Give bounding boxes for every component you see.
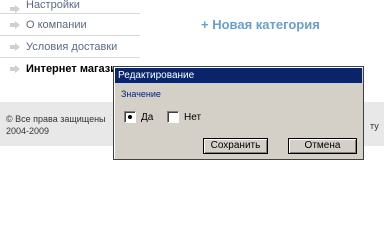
- menu-item-label: Настройки: [26, 0, 80, 11]
- cancel-button[interactable]: Отмена: [288, 138, 357, 154]
- edit-dialog: Редактирование Значение Да Нет Сохранить…: [113, 66, 364, 160]
- radio-selected-dot: [128, 115, 132, 119]
- arrow-right-icon: [10, 42, 20, 51]
- radio-no-label: Нет: [184, 111, 202, 123]
- menu-item-delivery[interactable]: Условия доставки: [0, 36, 140, 58]
- save-button[interactable]: Сохранить: [203, 138, 268, 154]
- arrow-right-icon: [10, 5, 20, 13]
- menu-item-label: Условия доставки: [26, 41, 118, 53]
- menu-item-label: Интернет магазин: [26, 63, 124, 75]
- dialog-title-bar[interactable]: Редактирование: [115, 68, 362, 83]
- menu-item-about[interactable]: О компании: [0, 14, 140, 36]
- radio-yes[interactable]: Да: [124, 109, 153, 125]
- new-category-link[interactable]: + Новая категория: [201, 17, 320, 32]
- arrow-right-icon: [10, 65, 20, 73]
- radio-no-box[interactable]: [167, 111, 179, 123]
- footer-right-text: ту: [370, 121, 379, 131]
- radio-no[interactable]: Нет: [167, 109, 201, 125]
- menu-item-label: О компании: [26, 19, 87, 31]
- menu-item-settings[interactable]: Настройки: [0, 0, 140, 14]
- radio-yes-box[interactable]: [124, 111, 136, 123]
- radio-yes-label: Да: [141, 111, 154, 123]
- arrow-right-icon: [10, 20, 20, 29]
- value-label: Значение: [121, 89, 161, 99]
